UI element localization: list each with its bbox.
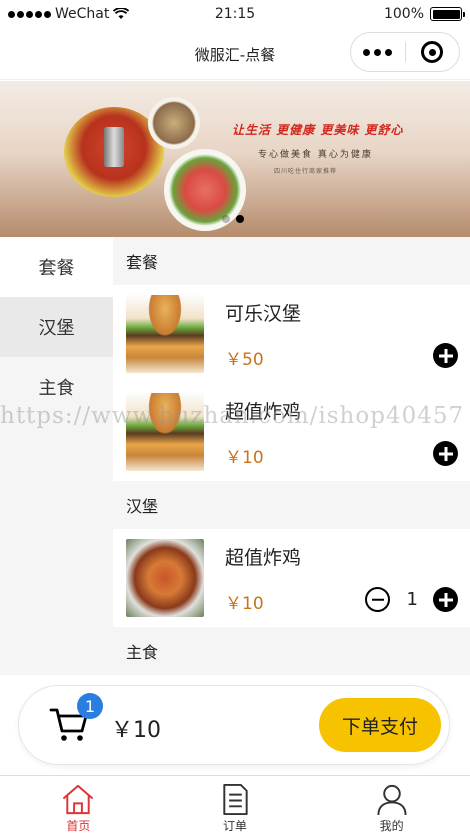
mushroom-plate-image <box>148 97 200 149</box>
tab-mine[interactable]: 我的 <box>313 776 470 834</box>
miniprogram-capsule <box>350 32 460 72</box>
target-icon <box>421 41 444 63</box>
document-icon <box>223 783 248 816</box>
banner-indicators <box>222 215 244 223</box>
category-item-staple[interactable]: 主食 <box>0 357 113 417</box>
indicator-dot-active[interactable] <box>236 215 244 223</box>
tab-label: 订单 <box>223 819 248 833</box>
banner-slogan: 让生活 更健康 更美味 更舒心 <box>232 123 404 137</box>
cart-panel: 1 ￥10 下单支付 <box>18 685 450 765</box>
banner-small-text: 四川吃住行商家推荐 <box>274 168 338 175</box>
section-header: 套餐 <box>113 237 470 285</box>
product-name: 超值炸鸡 <box>225 401 302 423</box>
product-name: 可乐汉堡 <box>225 303 302 325</box>
cart-total: ￥10 <box>111 718 161 743</box>
battery-percent: 100% <box>383 6 424 22</box>
checkout-button[interactable]: 下单支付 <box>319 698 441 752</box>
tab-label: 首页 <box>66 819 91 833</box>
add-icon[interactable] <box>433 587 458 612</box>
minus-icon[interactable] <box>365 587 390 612</box>
product-item[interactable]: 超值炸鸡 ￥10 <box>113 383 470 481</box>
product-image <box>126 393 204 471</box>
tab-label: 我的 <box>379 819 404 833</box>
add-icon[interactable] <box>433 343 458 368</box>
tab-orders[interactable]: 订单 <box>157 776 314 834</box>
close-miniprogram-button[interactable] <box>405 41 459 63</box>
section-header: 汉堡 <box>113 481 470 529</box>
product-price: ￥10 <box>225 448 264 468</box>
cart-bar: 1 ￥10 下单支付 <box>0 675 470 775</box>
user-icon <box>377 784 407 816</box>
tab-home[interactable]: 首页 <box>0 776 157 834</box>
quantity-value: 1 <box>406 589 418 610</box>
promo-banner[interactable]: 让生活 更健康 更美味 更舒心 专心做美食 真心为健康 四川吃住行商家推荐 <box>0 81 470 237</box>
product-list[interactable]: 套餐 可乐汉堡 ￥50 超值炸鸡 ￥10 汉堡 超值炸鸡 ￥10 1 主食 <box>113 237 470 675</box>
home-icon <box>63 784 94 815</box>
product-image <box>126 539 204 617</box>
status-bar: WeChat 21:15 100% <box>0 0 470 30</box>
banner-subtitle: 专心做美食 真心为健康 <box>258 150 373 160</box>
product-price: ￥10 <box>225 594 264 614</box>
more-icon[interactable] <box>351 48 405 56</box>
cart-count-badge: 1 <box>77 693 103 719</box>
tab-bar: 首页 订单 我的 <box>0 775 470 834</box>
category-item-combo[interactable]: 套餐 <box>0 237 113 297</box>
product-item[interactable]: 可乐汉堡 ￥50 <box>113 285 470 383</box>
battery-icon <box>430 7 465 21</box>
product-image <box>126 295 204 373</box>
section-header: 主食 <box>113 627 470 675</box>
add-icon[interactable] <box>433 441 458 466</box>
product-price: ￥50 <box>225 350 264 370</box>
category-item-burger[interactable]: 汉堡 <box>0 297 113 357</box>
navigation-bar: 微服汇-点餐 <box>0 30 470 80</box>
indicator-dot[interactable] <box>222 215 230 223</box>
product-item[interactable]: 超值炸鸡 ￥10 1 <box>113 529 470 627</box>
product-name: 超值炸鸡 <box>225 547 302 569</box>
category-sidebar: 套餐 汉堡 主食 <box>0 237 113 675</box>
